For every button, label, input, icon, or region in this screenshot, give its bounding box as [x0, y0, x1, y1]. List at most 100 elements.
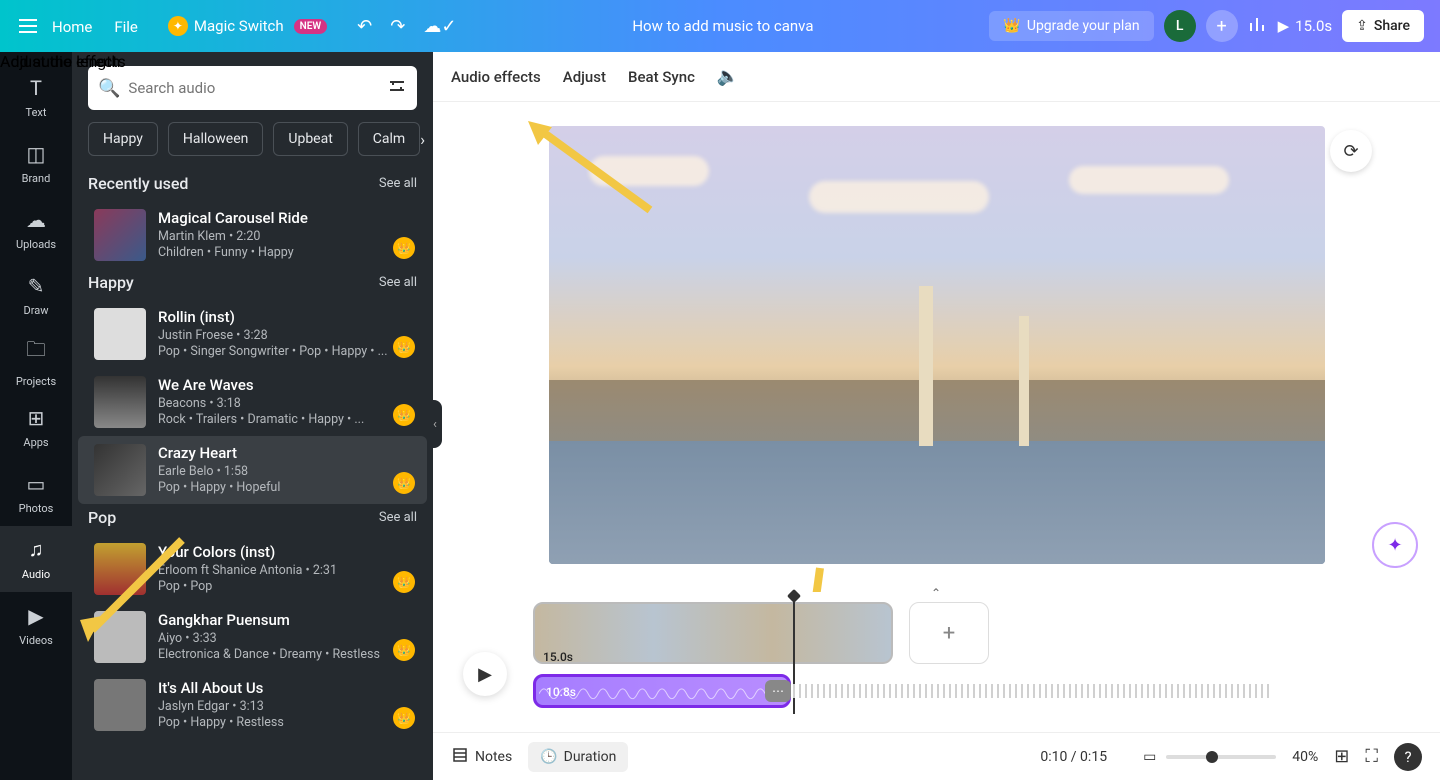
- upgrade-button[interactable]: 👑 Upgrade your plan: [989, 11, 1153, 41]
- search-input[interactable]: [128, 79, 379, 97]
- zoom-fit-icon[interactable]: ▭: [1143, 749, 1156, 765]
- track-magical-carousel[interactable]: Magical Carousel Ride Martin Klem • 2:20…: [78, 201, 427, 269]
- preview-play-button[interactable]: ▶ 15.0s: [1278, 17, 1333, 35]
- chip-upbeat[interactable]: Upbeat: [273, 122, 347, 156]
- rail-videos[interactable]: ▶Videos: [0, 592, 72, 658]
- track-we-are-waves[interactable]: We Are Waves Beacons • 3:18 Rock • Trail…: [78, 368, 427, 436]
- app-header: Home File ✦ Magic Switch NEW ↶ ↷ ☁✓ How …: [0, 0, 1440, 52]
- photo-icon: ▭: [27, 472, 46, 496]
- video-icon: ▶: [28, 604, 43, 628]
- track-thumbnail: [94, 376, 146, 428]
- cloud-sync-icon[interactable]: ☁✓: [423, 16, 456, 37]
- timeline-play-button[interactable]: ▶: [463, 652, 507, 696]
- track-your-colors[interactable]: Your Colors (inst) Erloom ft Shanice Ant…: [78, 535, 427, 603]
- rail-uploads[interactable]: ☁Uploads: [0, 196, 72, 262]
- collapse-panel-handle[interactable]: ‹: [428, 400, 442, 448]
- track-its-all-about-us[interactable]: It's All About Us Jaslyn Edgar • 3:13 Po…: [78, 671, 427, 739]
- nav-home[interactable]: Home: [52, 18, 92, 36]
- magic-switch-button[interactable]: ✦ Magic Switch NEW: [168, 16, 327, 36]
- rail-text[interactable]: TText: [0, 64, 72, 130]
- chevron-right-icon[interactable]: ›: [420, 130, 425, 149]
- nav-file[interactable]: File: [114, 18, 138, 36]
- grid-view-icon[interactable]: ⊞: [1334, 746, 1349, 767]
- magic-assistant-icon[interactable]: ✦: [1372, 522, 1418, 568]
- notes-icon: [451, 746, 469, 768]
- zoom-slider[interactable]: [1166, 755, 1276, 759]
- fullscreen-icon[interactable]: ⛶: [1365, 746, 1378, 767]
- rail-apps[interactable]: ⊞Apps: [0, 394, 72, 460]
- track-title: Crazy Heart: [158, 444, 411, 462]
- chip-calm[interactable]: Calm: [358, 122, 420, 156]
- menu-icon[interactable]: [16, 14, 40, 38]
- filter-icon[interactable]: [387, 76, 407, 101]
- video-clip[interactable]: 15.0s: [533, 602, 893, 664]
- track-thumbnail: [94, 308, 146, 360]
- avatar[interactable]: L: [1164, 10, 1196, 42]
- new-badge: NEW: [294, 19, 328, 34]
- clock-icon: 🕒: [540, 749, 557, 765]
- share-button[interactable]: ⇪ Share: [1342, 10, 1424, 42]
- document-title[interactable]: How to add music to canva: [468, 17, 977, 35]
- add-collaborator-button[interactable]: +: [1206, 10, 1238, 42]
- see-all-link[interactable]: See all: [379, 510, 417, 525]
- see-all-link[interactable]: See all: [379, 176, 417, 191]
- track-title: Your Colors (inst): [158, 543, 411, 561]
- track-title: Gangkhar Puensum: [158, 611, 411, 629]
- rail-label: Uploads: [16, 238, 56, 251]
- track-tags: Pop • Happy • Restless: [158, 715, 411, 730]
- rail-brand[interactable]: ◫Brand: [0, 130, 72, 196]
- preview-duration: 15.0s: [1295, 17, 1332, 35]
- undo-icon[interactable]: ↶: [357, 16, 372, 37]
- adjust-button[interactable]: Adjust: [563, 68, 606, 86]
- audio-clip[interactable]: 10.8s: [533, 674, 791, 708]
- rail-label: Draw: [24, 304, 49, 317]
- rail-label: Apps: [23, 436, 48, 449]
- see-all-link[interactable]: See all: [379, 275, 417, 290]
- analytics-icon[interactable]: [1248, 14, 1268, 39]
- zoom-control: ▭ 40%: [1143, 749, 1318, 765]
- canvas-preview[interactable]: [549, 126, 1325, 564]
- notes-button[interactable]: Notes: [451, 746, 512, 768]
- sparkle-icon: ✦: [168, 16, 188, 36]
- chip-happy[interactable]: Happy: [88, 122, 158, 156]
- rail-audio[interactable]: ♫Audio: [0, 526, 72, 592]
- pro-badge-icon: 👑: [393, 404, 415, 426]
- brand-icon: ◫: [27, 142, 46, 166]
- track-rollin[interactable]: Rollin (inst) Justin Froese • 3:28 Pop •…: [78, 300, 427, 368]
- track-artist: Jaslyn Edgar • 3:13: [158, 699, 411, 714]
- rail-photos[interactable]: ▭Photos: [0, 460, 72, 526]
- volume-icon[interactable]: 🔈: [717, 66, 739, 87]
- redo-icon[interactable]: ↷: [390, 16, 405, 37]
- rail-projects[interactable]: 🗀Projects: [0, 328, 72, 394]
- audio-effects-button[interactable]: Audio effects: [451, 68, 541, 86]
- rail-draw[interactable]: ✎Draw: [0, 262, 72, 328]
- help-button[interactable]: ?: [1394, 743, 1422, 771]
- pro-badge-icon: 👑: [393, 336, 415, 358]
- annotation-adjust-length: Adjust the length: [0, 52, 120, 71]
- track-tags: Rock • Trailers • Dramatic • Happy • ...: [158, 412, 411, 427]
- rail-label: Projects: [16, 375, 56, 388]
- track-gangkhar[interactable]: Gangkhar Puensum Aiyo • 3:33 Electronica…: [78, 603, 427, 671]
- zoom-percent[interactable]: 40%: [1292, 749, 1318, 765]
- zoom-slider-thumb[interactable]: [1206, 751, 1218, 763]
- pro-badge-icon: 👑: [393, 707, 415, 729]
- undo-redo-group: ↶ ↷ ☁✓: [357, 16, 456, 37]
- section-pop: Pop See all: [72, 504, 433, 535]
- rail-label: Text: [26, 106, 47, 119]
- duration-button[interactable]: 🕒 Duration: [528, 742, 628, 772]
- clip-more-icon[interactable]: ⋯: [765, 680, 791, 702]
- duration-label: Duration: [564, 749, 617, 765]
- chip-halloween[interactable]: Halloween: [168, 122, 264, 156]
- chevron-up-icon[interactable]: ⌃: [931, 586, 941, 600]
- beat-sync-button[interactable]: Beat Sync: [628, 68, 695, 86]
- track-thumbnail: [94, 679, 146, 731]
- search-icon: 🔍: [98, 78, 120, 99]
- track-crazy-heart[interactable]: Crazy Heart Earle Belo • 1:58 Pop • Happ…: [78, 436, 427, 504]
- search-audio-field[interactable]: 🔍: [88, 66, 417, 110]
- refresh-icon[interactable]: ⟳: [1330, 130, 1372, 172]
- track-tags: Pop • Singer Songwriter • Pop • Happy • …: [158, 344, 411, 359]
- crown-icon: 👑: [1003, 18, 1020, 34]
- track-title: Magical Carousel Ride: [158, 209, 411, 227]
- add-page-button[interactable]: +: [909, 602, 989, 664]
- section-title: Happy: [88, 273, 134, 292]
